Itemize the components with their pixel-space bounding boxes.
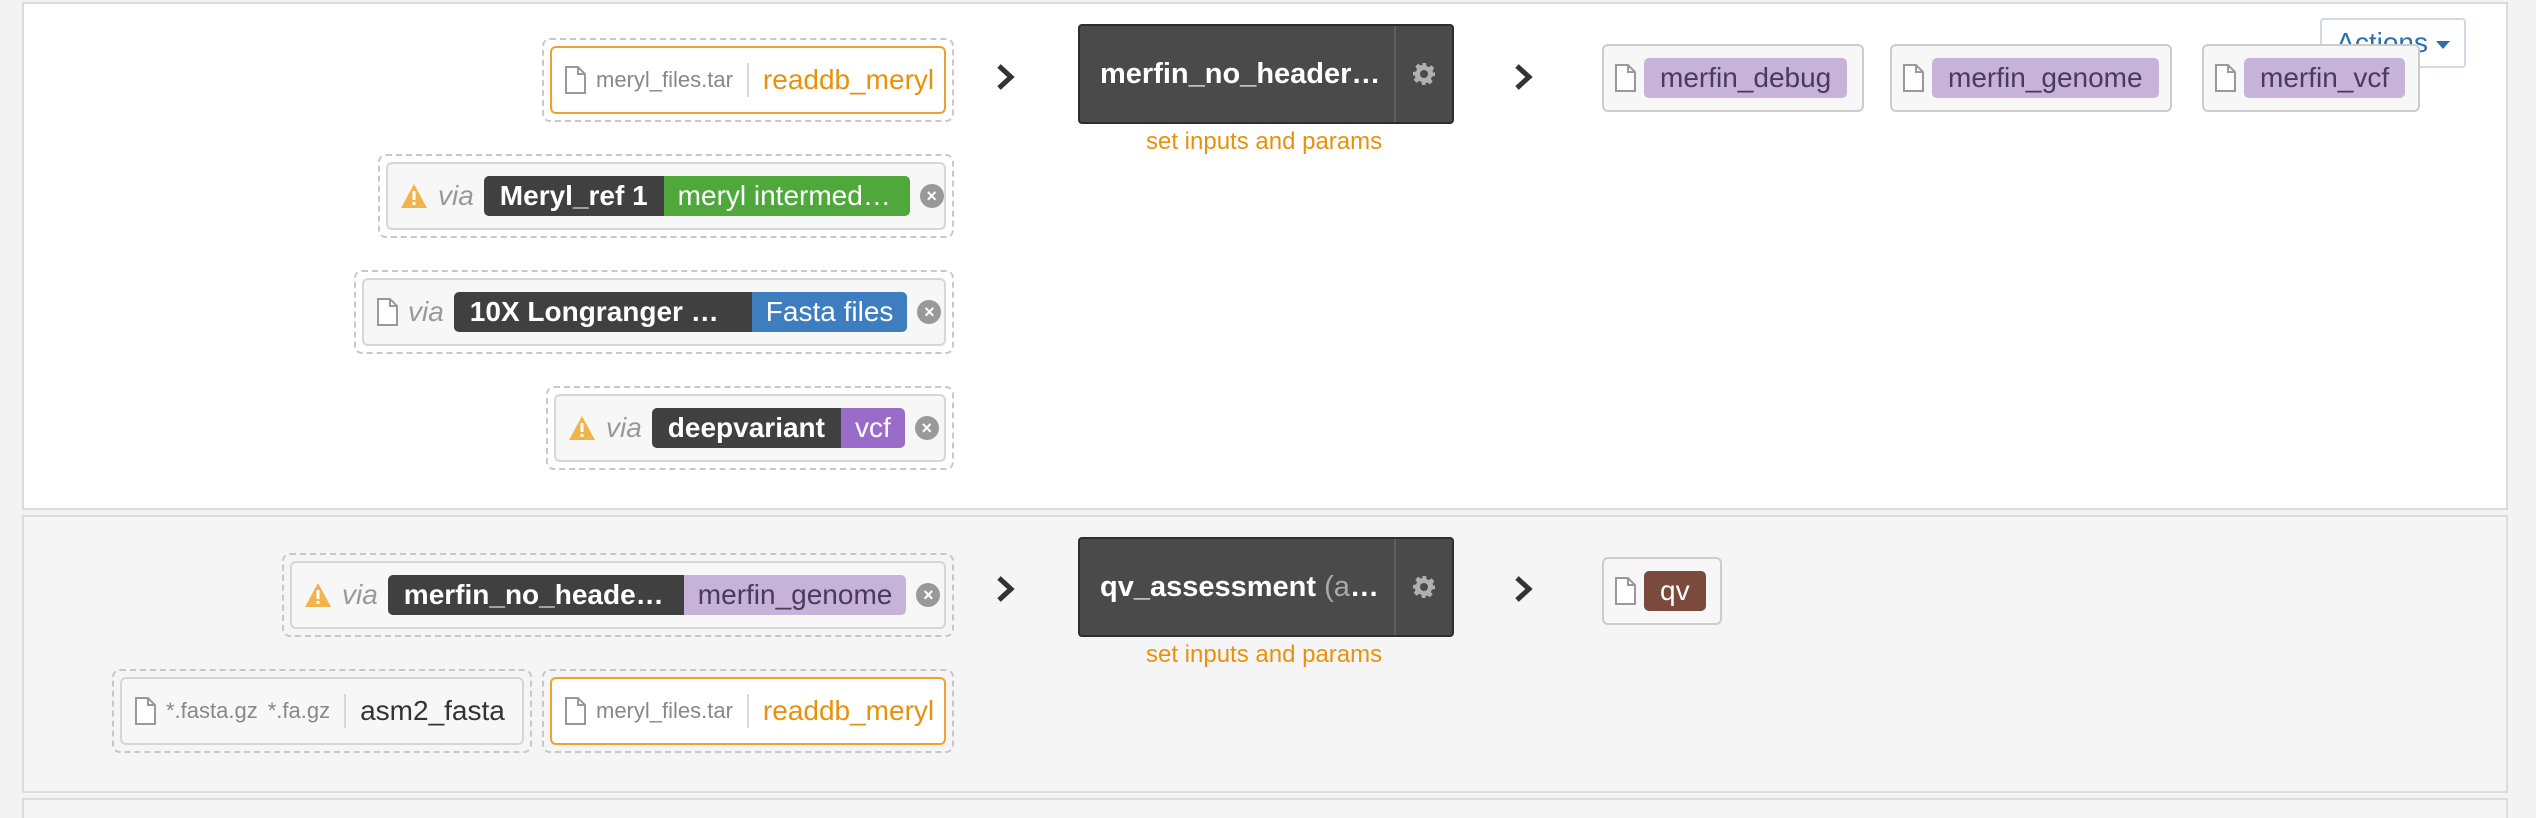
- output-qv[interactable]: qv: [1602, 557, 1722, 625]
- file-type-label: meryl_files.tar: [596, 698, 733, 723]
- output-tag: merfin_vcf: [2244, 58, 2406, 98]
- connection-box[interactable]: via deepvariant vcf ×: [554, 394, 946, 462]
- workflow-step-panel-1: Actions meryl_files.tar readdb_meryl via…: [22, 2, 2508, 510]
- tool-name-main: qv_assessment: [1100, 570, 1317, 603]
- connection-pill[interactable]: merfin_no_heade… merfin_genome: [387, 575, 907, 615]
- input-slot-deepvariant: via deepvariant vcf ×: [546, 386, 954, 470]
- source-step-name: merfin_no_heade…: [387, 575, 684, 615]
- set-inputs-link[interactable]: set inputs and params: [1146, 641, 1382, 669]
- connection-box[interactable]: via merfin_no_heade… merfin_genome ×: [290, 561, 946, 629]
- connection-box[interactable]: via 10X Longranger … Fasta files ×: [362, 278, 946, 346]
- chevron-right-icon: [1512, 574, 1536, 604]
- chevron-right-icon: [1512, 62, 1536, 92]
- workflow-step-panel-2: via merfin_no_heade… merfin_genome × *.f…: [22, 515, 2508, 793]
- connection-pill[interactable]: deepvariant vcf: [651, 408, 905, 448]
- workflow-step-panel-3: [22, 798, 2508, 818]
- gear-icon: [1412, 575, 1436, 599]
- tool-node-merfin[interactable]: merfin_no_header_…: [1078, 24, 1454, 124]
- file-icon: [376, 298, 398, 326]
- tool-name-suffix: (ap…: [1324, 570, 1394, 603]
- divider: [344, 694, 347, 728]
- remove-connection-icon[interactable]: ×: [917, 300, 942, 324]
- source-output-name: Fasta files: [751, 292, 908, 332]
- file-icon: [1902, 64, 1924, 92]
- chevron-right-icon: [994, 62, 1018, 92]
- input-name-label: asm2_fasta: [360, 695, 505, 726]
- tool-settings-button[interactable]: [1394, 26, 1452, 122]
- output-tag: merfin_debug: [1644, 58, 1848, 98]
- divider: [746, 694, 749, 728]
- divider: [746, 63, 749, 97]
- tool-name: qv_assessment (ap…: [1080, 571, 1394, 604]
- warning-icon: [400, 183, 428, 209]
- connection-pill[interactable]: 10X Longranger … Fasta files: [453, 292, 908, 332]
- input-slot-longranger: via 10X Longranger … Fasta files ×: [354, 270, 954, 354]
- file-type-label: meryl_files.tar: [596, 67, 733, 92]
- input-slot-readdb-meryl: meryl_files.tar readdb_meryl: [542, 38, 954, 122]
- source-step-name: Meryl_ref 1: [483, 176, 664, 216]
- file-extension-label: *.fa.gz: [267, 698, 331, 723]
- file-icon: [564, 697, 586, 725]
- file-icon: [1614, 577, 1636, 605]
- chevron-right-icon: [994, 574, 1018, 604]
- file-icon: [134, 697, 156, 725]
- set-inputs-link[interactable]: set inputs and params: [1146, 128, 1382, 156]
- input-name-label: readdb_meryl: [762, 64, 935, 95]
- via-label: via: [408, 296, 444, 327]
- remove-connection-icon[interactable]: ×: [919, 184, 944, 208]
- file-icon: [2214, 64, 2236, 92]
- file-icon: [1614, 64, 1636, 92]
- file-input-box[interactable]: meryl_files.tar readdb_meryl: [550, 677, 946, 745]
- tool-settings-button[interactable]: [1394, 539, 1452, 635]
- input-name-label: readdb_meryl: [762, 695, 935, 726]
- file-extension-label: *.fasta.gz: [166, 698, 258, 723]
- input-slot-merfin-genome: via merfin_no_heade… merfin_genome ×: [282, 553, 954, 637]
- input-slot-meryl-ref: via Meryl_ref 1 meryl intermed… ×: [378, 154, 954, 238]
- source-step-name: deepvariant: [651, 408, 841, 448]
- via-label: via: [342, 579, 378, 610]
- source-output-name: meryl intermed…: [663, 176, 910, 216]
- remove-connection-icon[interactable]: ×: [916, 583, 941, 607]
- output-tag: merfin_genome: [1932, 58, 2159, 98]
- output-merfin-vcf[interactable]: merfin_vcf: [2202, 44, 2420, 112]
- output-merfin-genome[interactable]: merfin_genome: [1890, 44, 2172, 112]
- source-output-name: merfin_genome: [683, 575, 907, 615]
- source-output-name: vcf: [840, 408, 905, 448]
- connection-box[interactable]: via Meryl_ref 1 meryl intermed… ×: [386, 162, 946, 230]
- tool-name: merfin_no_header_…: [1100, 57, 1394, 90]
- via-label: via: [438, 180, 474, 211]
- file-icon: [564, 66, 586, 94]
- connection-pill[interactable]: Meryl_ref 1 meryl intermed…: [483, 176, 910, 216]
- warning-icon: [568, 415, 596, 441]
- input-slot-asm2-fasta: *.fasta.gz *.fa.gz asm2_fasta: [112, 669, 532, 753]
- warning-icon: [304, 582, 332, 608]
- output-tag: qv: [1644, 571, 1706, 611]
- input-slot-readdb-meryl: meryl_files.tar readdb_meryl: [542, 669, 954, 753]
- gear-icon: [1412, 62, 1436, 86]
- tool-node-qv-assessment[interactable]: qv_assessment (ap…: [1078, 537, 1454, 637]
- file-input-box[interactable]: *.fasta.gz *.fa.gz asm2_fasta: [120, 677, 524, 745]
- source-step-name: 10X Longranger …: [453, 292, 752, 332]
- output-merfin-debug[interactable]: merfin_debug: [1602, 44, 1864, 112]
- remove-connection-icon[interactable]: ×: [914, 416, 939, 440]
- via-label: via: [606, 412, 642, 443]
- caret-down-icon: [2436, 40, 2450, 49]
- file-input-box[interactable]: meryl_files.tar readdb_meryl: [550, 46, 946, 114]
